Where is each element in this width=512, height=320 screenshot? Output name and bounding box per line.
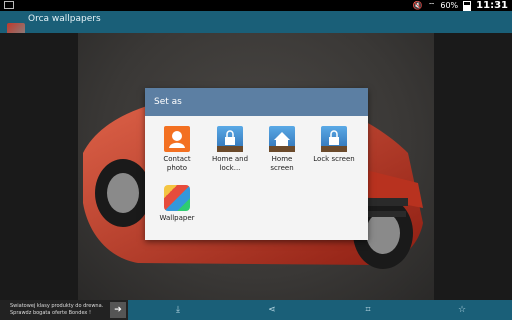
option-label: photo [166, 164, 188, 172]
gallery-notification-icon [4, 1, 14, 9]
home-and-lock-icon [217, 126, 243, 152]
share-icon[interactable]: ⋖ [266, 304, 278, 316]
lock-screen-icon [321, 126, 347, 152]
option-label: Home and [211, 155, 249, 163]
dialog-title: Set as [145, 88, 368, 116]
arrow-right-icon[interactable]: ➔ [110, 302, 126, 318]
star-icon[interactable]: ☆ [456, 304, 468, 316]
home-screen-icon [269, 126, 295, 152]
bottom-bar: Swiatowej klasy produkty do drewna. Spra… [0, 300, 512, 320]
option-label: Lock screen [313, 155, 355, 163]
option-label: screen [270, 164, 294, 172]
app-bar: Orca wallpapers [0, 11, 512, 41]
download-icon[interactable]: ⤓ [172, 304, 184, 316]
option-label: Contact [163, 155, 191, 163]
option-contact-photo[interactable]: Contact photo [149, 126, 205, 173]
ad-banner[interactable]: Swiatowej klasy produkty do drewna. Spra… [0, 300, 128, 320]
wifi-icon: ⌔ [427, 0, 436, 10]
option-lock-screen[interactable]: Lock screen [306, 126, 362, 164]
battery-icon [463, 0, 472, 11]
pinwheel-icon [164, 185, 190, 211]
crop-icon[interactable]: ⌗ [362, 304, 374, 316]
app-title: Orca wallpapers [28, 14, 101, 24]
status-right: 🔇 ⌔ 60% 11:31 [413, 0, 508, 11]
option-home-and-lock[interactable]: Home and lock... [202, 126, 258, 173]
option-wallpaper[interactable]: Wallpaper [149, 185, 205, 223]
contact-icon [164, 126, 190, 152]
option-label: lock... [219, 164, 241, 172]
option-label: Home [271, 155, 293, 163]
clock: 11:31 [476, 0, 508, 11]
battery-percent: 60% [440, 1, 459, 10]
status-bar: 🔇 ⌔ 60% 11:31 [0, 0, 512, 11]
mute-icon: 🔇 [412, 1, 423, 10]
set-as-dialog: Set as Contact photo Home and lock... Ho… [145, 88, 368, 240]
option-label: Wallpaper [159, 214, 195, 222]
option-home-screen[interactable]: Home screen [254, 126, 310, 173]
